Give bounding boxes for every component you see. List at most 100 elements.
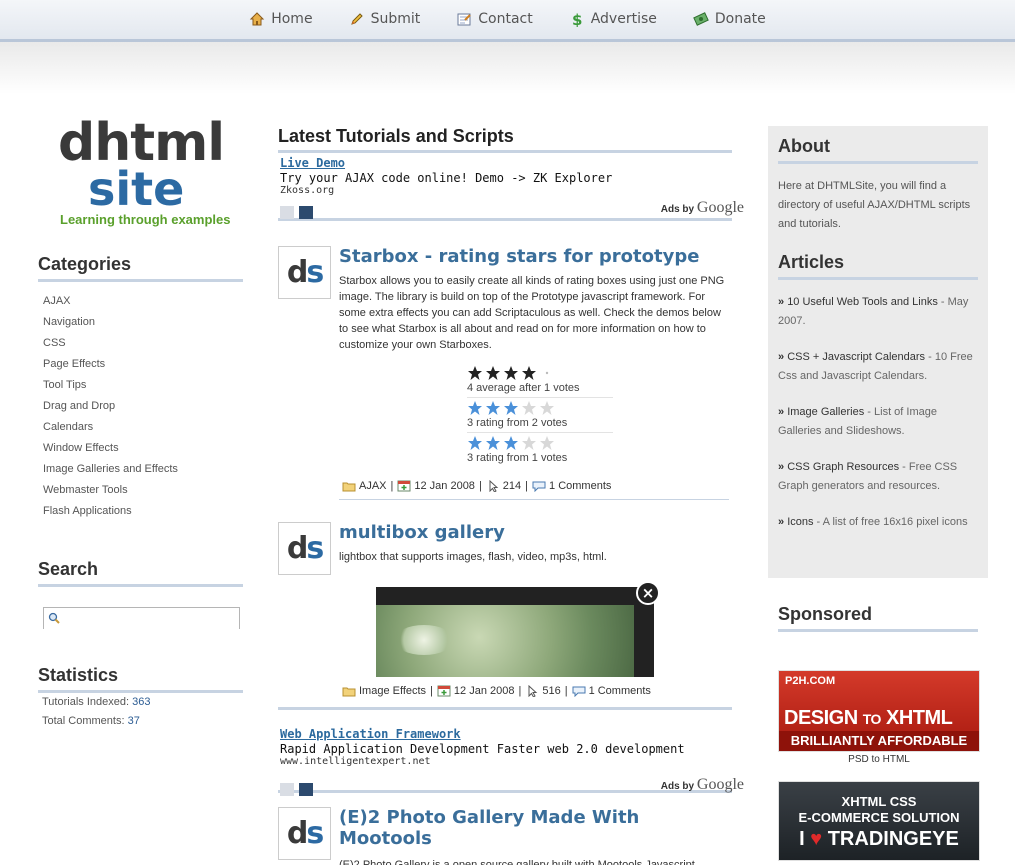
cursor-icon xyxy=(489,480,499,492)
category-link[interactable]: Calendars xyxy=(38,417,243,438)
rating-stars[interactable] xyxy=(467,365,613,381)
p2h-banner[interactable]: P2H.COM DESIGN TO XHTML BRILLIANTLY AFFO… xyxy=(778,670,980,752)
article-item: » Image Galleries - List of Image Galler… xyxy=(778,403,978,441)
ad1-url: Zkoss.org xyxy=(280,185,335,196)
star-icon[interactable] xyxy=(521,365,537,381)
categories-heading: Categories xyxy=(38,254,243,282)
category-link[interactable]: Window Effects xyxy=(38,438,243,459)
post-title-link[interactable]: multibox gallery xyxy=(339,522,732,543)
calendar-icon xyxy=(397,480,411,492)
ad2-description: Rapid Application Development Faster web… xyxy=(280,742,685,756)
star-icon[interactable] xyxy=(503,400,519,416)
tradingeye-banner[interactable]: XHTML CSS E-COMMERCE SOLUTION I ♥ TRADIN… xyxy=(778,781,980,861)
post-comments-link[interactable]: 1 Comments xyxy=(589,685,651,697)
banner2-line3-pre: I xyxy=(799,828,805,850)
main-content: Latest Tutorials and Scripts Live Demo T… xyxy=(278,126,744,865)
star-icon[interactable] xyxy=(485,400,501,416)
category-link[interactable]: Page Effects xyxy=(38,354,243,375)
nav-submit[interactable]: Submit xyxy=(349,11,421,27)
ad1-title-link[interactable]: Live Demo xyxy=(278,153,732,170)
star-icon[interactable] xyxy=(521,435,537,451)
category-link[interactable]: AJAX xyxy=(38,291,243,312)
banner2-line1: XHTML CSS xyxy=(841,794,917,809)
category-link[interactable]: CSS xyxy=(38,333,243,354)
article-link[interactable]: CSS Graph Resources xyxy=(787,461,899,473)
article-link[interactable]: Icons xyxy=(787,516,813,528)
ad2-title-link[interactable]: Web Application Framework xyxy=(278,724,732,741)
nav-advertise[interactable]: $ Advertise xyxy=(569,11,657,27)
nav-home[interactable]: Home xyxy=(249,11,313,27)
post-title-link[interactable]: Starbox - rating stars for prototype xyxy=(339,246,732,267)
category-link[interactable]: Drag and Drop xyxy=(38,396,243,417)
ads-by-label: Ads by xyxy=(660,781,695,792)
folder-icon xyxy=(342,687,356,697)
post-thumbnail[interactable]: ds xyxy=(278,807,331,860)
post-date: 12 Jan 2008 xyxy=(453,685,515,697)
star-icon[interactable] xyxy=(539,435,555,451)
post-comments-link[interactable]: 1 Comments xyxy=(549,480,611,492)
star-icon[interactable] xyxy=(539,365,555,381)
star-icon[interactable] xyxy=(467,400,483,416)
star-icon[interactable] xyxy=(485,365,501,381)
category-link[interactable]: Webmaster Tools xyxy=(38,480,243,501)
star-icon[interactable] xyxy=(485,435,501,451)
post-date: 12 Jan 2008 xyxy=(414,480,475,492)
article-link[interactable]: CSS + Javascript Calendars xyxy=(787,351,925,363)
star-icon[interactable] xyxy=(521,400,537,416)
nav-contact[interactable]: Contact xyxy=(456,11,533,27)
categories-section: Categories AJAX Navigation CSS Page Effects… xyxy=(38,254,243,522)
post-starbox: ds Starbox - rating stars for prototype … xyxy=(278,246,732,500)
category-link[interactable]: Tool Tips xyxy=(38,375,243,396)
article-item: » CSS Graph Resources - Free CSS Graph g… xyxy=(778,458,978,496)
ad1-next-arrow-icon[interactable] xyxy=(299,206,313,219)
star-icon[interactable] xyxy=(503,365,519,381)
left-sidebar: Categories AJAX Navigation CSS Page Effects… xyxy=(38,254,243,731)
dollar-icon: $ xyxy=(572,11,582,27)
star-icon[interactable] xyxy=(467,435,483,451)
raquo-icon: » xyxy=(778,406,788,418)
gallery-image xyxy=(376,605,634,677)
rating-row: 3 rating from 1 votes xyxy=(467,433,613,467)
post-body: Starbox allows you to easily create all … xyxy=(339,275,725,351)
nav-donate[interactable]: Donate xyxy=(693,11,766,27)
post-e2-gallery: ds (E)2 Photo Gallery Made With Mootools… xyxy=(278,807,732,865)
ad2-prev-arrow-icon[interactable] xyxy=(280,783,294,796)
rating-demo: 4 average after 1 votes 3 rating from 2 v… xyxy=(467,363,613,467)
category-link[interactable]: Image Galleries and Effects xyxy=(38,459,243,480)
google-ad-2: Web Application Framework Rapid Applicat… xyxy=(278,707,744,796)
star-icon[interactable] xyxy=(467,365,483,381)
site-logo[interactable]: dhtml site Learning through examples xyxy=(58,113,238,233)
articles-list: » 10 Useful Web Tools and Links - May 20… xyxy=(778,293,978,532)
article-link[interactable]: Image Galleries xyxy=(787,406,864,418)
post-thumbnail[interactable]: ds xyxy=(278,522,331,575)
about-panel: About Here at DHTMLSite, you will find a… xyxy=(768,126,988,578)
post-title-link[interactable]: (E)2 Photo Gallery Made With Mootools xyxy=(339,807,732,849)
statistics-section: Statistics Tutorials Indexed: 363 Total … xyxy=(38,665,243,731)
nav-submit-label: Submit xyxy=(370,11,421,27)
post-category-link[interactable]: Image Effects xyxy=(359,685,426,697)
rating-stars[interactable] xyxy=(467,400,613,416)
categories-list: AJAX Navigation CSS Page Effects Tool Tips Dr… xyxy=(38,291,243,522)
logo-line1: dhtml xyxy=(58,113,225,173)
ad2-url: www.intelligentexpert.net xyxy=(280,756,431,767)
cursor-icon xyxy=(528,685,538,697)
search-section: Search xyxy=(38,559,243,630)
rating-stars[interactable] xyxy=(467,435,613,451)
ad1-prev-arrow-icon[interactable] xyxy=(280,206,294,219)
search-input[interactable] xyxy=(44,610,239,630)
ads-by-google[interactable]: Ads by Google xyxy=(661,199,744,217)
post-thumbnail[interactable]: ds xyxy=(278,246,331,299)
raquo-icon: » xyxy=(778,516,788,528)
article-desc: - A list of free 16x16 pixel icons xyxy=(813,516,968,528)
star-icon[interactable] xyxy=(539,400,555,416)
about-text: Here at DHTMLSite, you will find a direc… xyxy=(778,180,971,230)
category-link[interactable]: Navigation xyxy=(38,312,243,333)
ads-by-google[interactable]: Ads by Google xyxy=(661,776,744,794)
ad2-next-arrow-icon[interactable] xyxy=(299,783,313,796)
article-link[interactable]: 10 Useful Web Tools and Links xyxy=(787,296,938,308)
category-link[interactable]: Flash Applications xyxy=(38,501,243,522)
star-icon[interactable] xyxy=(503,435,519,451)
close-icon[interactable]: × xyxy=(636,581,660,605)
post-category-link[interactable]: AJAX xyxy=(359,480,387,492)
top-navigation: Home Submit Contact $ Advertise Donate xyxy=(0,0,1015,42)
